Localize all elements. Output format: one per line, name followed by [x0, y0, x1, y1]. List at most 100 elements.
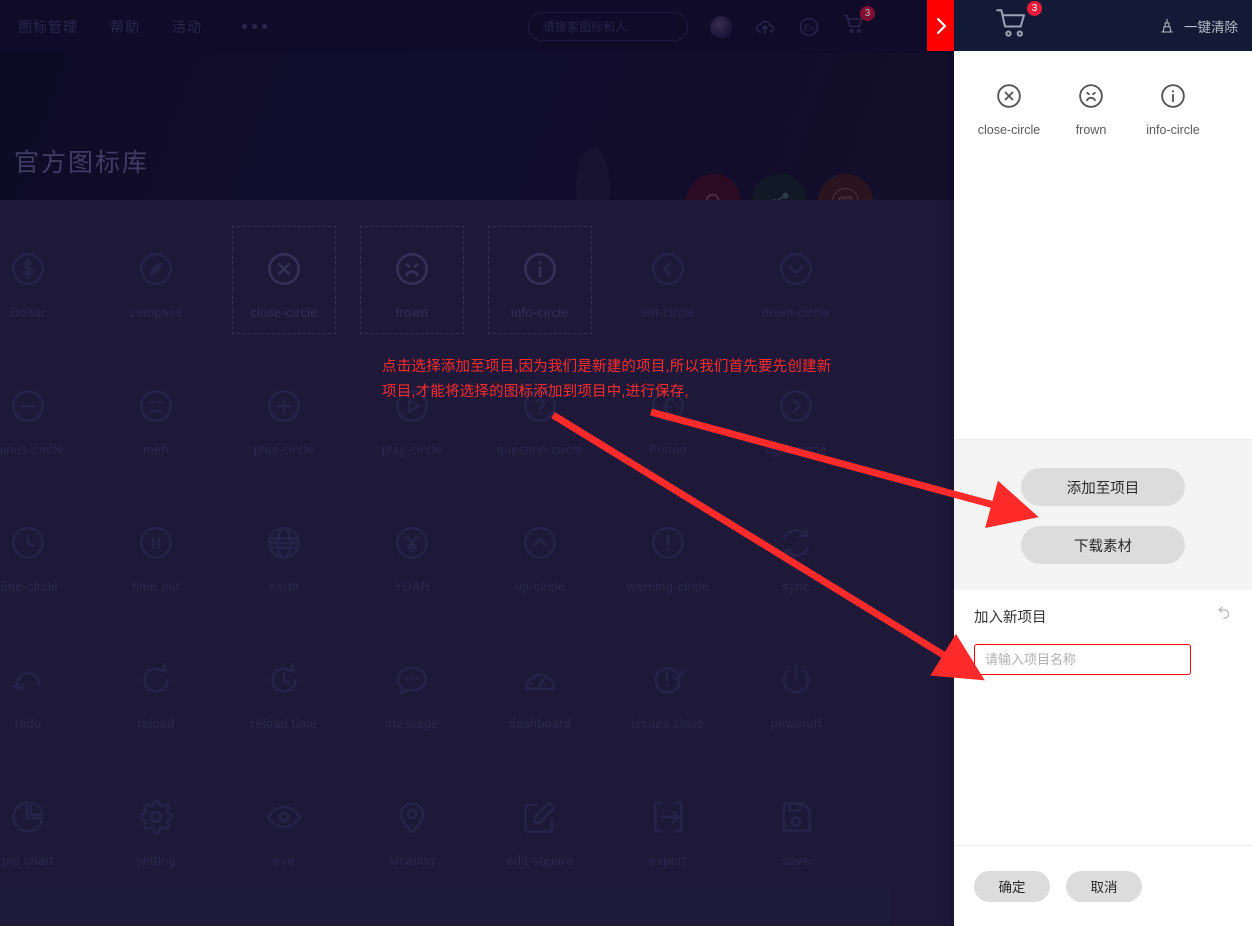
- poweroff-icon: [777, 653, 815, 707]
- page-title: 官方图标库: [14, 149, 150, 177]
- play-circle-icon: [393, 379, 431, 433]
- icon-label: message: [385, 717, 439, 731]
- icon-cell[interactable]: minus-circle: [0, 363, 92, 500]
- shopping-cart-icon: [996, 9, 1026, 37]
- icon-cell[interactable]: meh: [92, 363, 220, 500]
- icon-label: close-circle: [250, 306, 318, 320]
- cart-items-list: close-circle frown info-circle: [954, 51, 1252, 439]
- minus-circle-icon: [9, 379, 47, 433]
- icon-cell[interactable]: warning-circle: [604, 500, 732, 637]
- dashboard-icon: [521, 653, 559, 707]
- icon-cell[interactable]: dashboard: [476, 637, 604, 774]
- icon-cell[interactable]: poweroff: [732, 637, 860, 774]
- undo-button[interactable]: [1212, 604, 1232, 629]
- panel-action-buttons: 添加至项目 下载素材: [954, 439, 1252, 590]
- add-to-project-button[interactable]: 添加至项目: [1021, 468, 1185, 506]
- icon-cell[interactable]: save: [732, 774, 860, 911]
- icon-cell[interactable]: question-circle: [476, 363, 604, 500]
- icon-cell[interactable]: info-circle: [488, 226, 592, 334]
- icon-cell[interactable]: left-circle: [604, 226, 732, 363]
- icon-label: edit-square: [506, 854, 574, 868]
- nav-icon-management[interactable]: 图标管理: [18, 17, 78, 37]
- cart-item[interactable]: info-circle: [1138, 77, 1208, 137]
- icon-cell[interactable]: issues close: [604, 637, 732, 774]
- icon-cell[interactable]: sync: [732, 500, 860, 637]
- icon-label: Pound: [648, 443, 688, 457]
- panel-cart-icon-wrap[interactable]: 3: [992, 1, 1042, 45]
- dollar-circle-icon: [9, 242, 47, 296]
- icon-cell[interactable]: down-circle: [732, 226, 860, 363]
- icon-cell[interactable]: setting: [92, 774, 220, 911]
- panel-cart-badge-count: 3: [1027, 1, 1042, 16]
- confirm-button[interactable]: 确定: [974, 870, 1050, 902]
- pause-circle-icon: [137, 516, 175, 570]
- nav-help[interactable]: 帮助: [110, 17, 140, 37]
- icon-label: setting: [136, 854, 176, 868]
- panel-footer: 确定 取消: [954, 845, 1252, 926]
- icon-cell[interactable]: eye: [220, 774, 348, 911]
- icon-cell[interactable]: play-circle: [348, 363, 476, 500]
- pound-circle-icon: [649, 379, 687, 433]
- right-circle-icon: [777, 379, 815, 433]
- icon-cell[interactable]: reload: [92, 637, 220, 774]
- decorative-blob: [576, 148, 610, 200]
- icon-cell[interactable]: right-circle: [732, 363, 860, 500]
- cart-button[interactable]: 3: [842, 6, 875, 40]
- avatar[interactable]: [710, 15, 732, 38]
- icon-cell[interactable]: export: [604, 774, 732, 911]
- search-box[interactable]: [528, 12, 698, 41]
- icon-label: question-circle: [496, 443, 584, 457]
- icon-cell[interactable]: up-circle: [476, 500, 604, 637]
- clear-all-label: 一键清除: [1184, 19, 1238, 35]
- cancel-button[interactable]: 取消: [1066, 870, 1142, 902]
- icon-cell[interactable]: time out: [92, 500, 220, 637]
- up-circle-icon: [521, 516, 559, 570]
- icon-label: left-circle: [640, 306, 696, 320]
- icon-label: redo: [14, 717, 42, 731]
- cloud-upload-icon[interactable]: [754, 16, 776, 38]
- cart-item-label: frown: [1075, 123, 1107, 137]
- icon-cell[interactable]: location: [348, 774, 476, 911]
- icon-cell[interactable]: Dollar: [0, 226, 92, 363]
- clear-all-button[interactable]: 一键清除: [1158, 16, 1238, 36]
- icon-cell[interactable]: time-circle: [0, 500, 92, 637]
- icon-cell[interactable]: earth: [220, 500, 348, 637]
- icon-cell[interactable]: YUAN: [348, 500, 476, 637]
- clock-circle-icon: [9, 516, 47, 570]
- icon-cell[interactable]: Pound: [604, 363, 732, 500]
- icon-cell[interactable]: frown: [360, 226, 464, 334]
- icon-label: reload: [137, 717, 175, 731]
- cart-item[interactable]: close-circle: [974, 77, 1044, 137]
- icon-cell[interactable]: pie chart: [0, 774, 92, 911]
- icon-label: pie chart: [2, 854, 54, 868]
- icon-cell[interactable]: redo: [0, 637, 92, 774]
- icon-cell[interactable]: message: [348, 637, 476, 774]
- icon-cell[interactable]: plus-circle: [220, 363, 348, 500]
- icon-cell[interactable]: reload time: [220, 637, 348, 774]
- svg-text:En: En: [804, 23, 815, 32]
- icon-label: play-circle: [381, 443, 443, 457]
- new-project-name-input[interactable]: [974, 644, 1191, 675]
- icon-label: save: [781, 854, 810, 868]
- info-circle-icon: [1159, 77, 1187, 115]
- globe-icon: [265, 516, 303, 570]
- icon-cell[interactable]: close-circle: [232, 226, 336, 334]
- language-icon[interactable]: En: [798, 16, 820, 38]
- nav-more-icon[interactable]: [234, 24, 267, 29]
- icon-label: poweroff: [770, 717, 822, 731]
- search-input[interactable]: [543, 19, 698, 34]
- cart-item[interactable]: frown: [1056, 77, 1126, 137]
- nav-activity[interactable]: 活动: [172, 17, 202, 37]
- icon-label: Dollar: [10, 306, 46, 320]
- panel-collapse-button[interactable]: [927, 0, 954, 51]
- icon-cell[interactable]: compass: [92, 226, 220, 363]
- eye-icon: [265, 790, 303, 844]
- icon-cell[interactable]: edit-square: [476, 774, 604, 911]
- icon-grid-section: Dollar compass close-circle frown info-circl…: [0, 200, 954, 926]
- icon-label: sync: [782, 580, 810, 594]
- save-icon: [777, 790, 815, 844]
- new-project-header: 加入新项目: [974, 604, 1232, 629]
- icon-label: right-circle: [764, 443, 828, 457]
- message-icon: [393, 653, 431, 707]
- download-assets-button[interactable]: 下载素材: [1021, 526, 1185, 564]
